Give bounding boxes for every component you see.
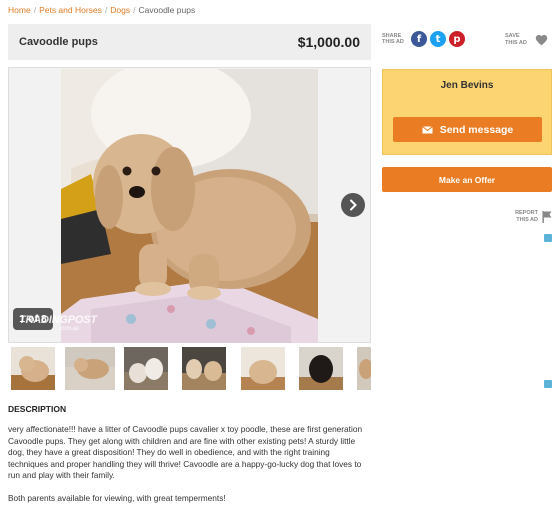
seller-panel: Jen Bevins Send message: [382, 69, 552, 155]
breadcrumb-separator: /: [133, 5, 136, 15]
ad-info-icon[interactable]: [544, 234, 552, 242]
report-label-line2: THIS AD: [516, 216, 538, 223]
description-heading: DESCRIPTION: [8, 404, 67, 414]
heart-icon: [535, 34, 548, 45]
breadcrumb-home[interactable]: Home: [8, 5, 31, 15]
thumbnail[interactable]: [182, 347, 226, 390]
ad-info-icon[interactable]: [544, 380, 552, 388]
watermark-text: TRADINGPOST: [19, 314, 97, 326]
save-label-line2: THIS AD: [505, 39, 527, 46]
tradingpost-watermark: TRADINGPOST .com.au: [19, 314, 97, 332]
thumbnail[interactable]: [65, 347, 115, 390]
listing-price: $1,000.00: [297, 34, 360, 50]
thumbnail-strip: [8, 345, 371, 393]
thumbnail[interactable]: [357, 347, 371, 390]
description-body: very affectionate!!! have a litter of Ca…: [8, 424, 368, 507]
report-label-line1: REPORT: [515, 210, 538, 216]
envelope-icon: [421, 125, 433, 133]
main-photo[interactable]: [61, 69, 318, 343]
share-section: SHARE THIS AD f t p: [382, 31, 465, 47]
save-ad-button[interactable]: SAVE THIS AD: [505, 33, 548, 46]
thumbnail[interactable]: [124, 347, 168, 390]
send-message-button[interactable]: Send message: [393, 117, 542, 142]
pinterest-icon[interactable]: p: [449, 31, 465, 47]
make-offer-button[interactable]: Make an Offer: [382, 167, 552, 192]
chevron-right-icon: [350, 199, 357, 211]
share-label: SHARE THIS AD: [382, 33, 408, 46]
send-message-label: Send message: [439, 123, 514, 136]
listing-title: Cavoodle pups: [19, 36, 98, 48]
next-image-button[interactable]: [341, 193, 365, 217]
breadcrumb-separator: /: [33, 5, 37, 15]
flag-icon: [542, 210, 552, 223]
seller-name[interactable]: Jen Bevins: [383, 80, 551, 91]
image-gallery: 1 of 8 TRADINGPOST .com.au: [8, 67, 371, 343]
thumbnail[interactable]: [11, 347, 55, 390]
twitter-icon[interactable]: t: [430, 31, 446, 47]
breadcrumb-dogs[interactable]: Dogs: [110, 5, 130, 15]
watermark-subtext: .com.au: [59, 326, 79, 332]
listing-header: Cavoodle pups $1,000.00: [8, 24, 371, 60]
breadcrumb: Home / Pets and Horses / Dogs / Cavoodle pups: [8, 5, 195, 15]
breadcrumb-separator: /: [104, 5, 108, 15]
description-paragraph: Both parents available for viewing, with…: [8, 493, 226, 503]
save-label: SAVE THIS AD: [505, 33, 535, 46]
report-ad-button[interactable]: REPORT THIS AD: [510, 210, 552, 223]
share-label-line2: THIS AD: [382, 39, 404, 45]
thumbnail[interactable]: [241, 347, 285, 390]
breadcrumb-current: Cavoodle pups: [138, 5, 196, 15]
puppy-photo: [61, 69, 318, 343]
breadcrumb-pets-and-horses[interactable]: Pets and Horses: [39, 5, 102, 15]
thumbnail[interactable]: [299, 347, 343, 390]
facebook-icon[interactable]: f: [411, 31, 427, 47]
description-paragraph: very affectionate!!! have a litter of Ca…: [8, 424, 363, 480]
report-label: REPORT THIS AD: [510, 210, 538, 223]
